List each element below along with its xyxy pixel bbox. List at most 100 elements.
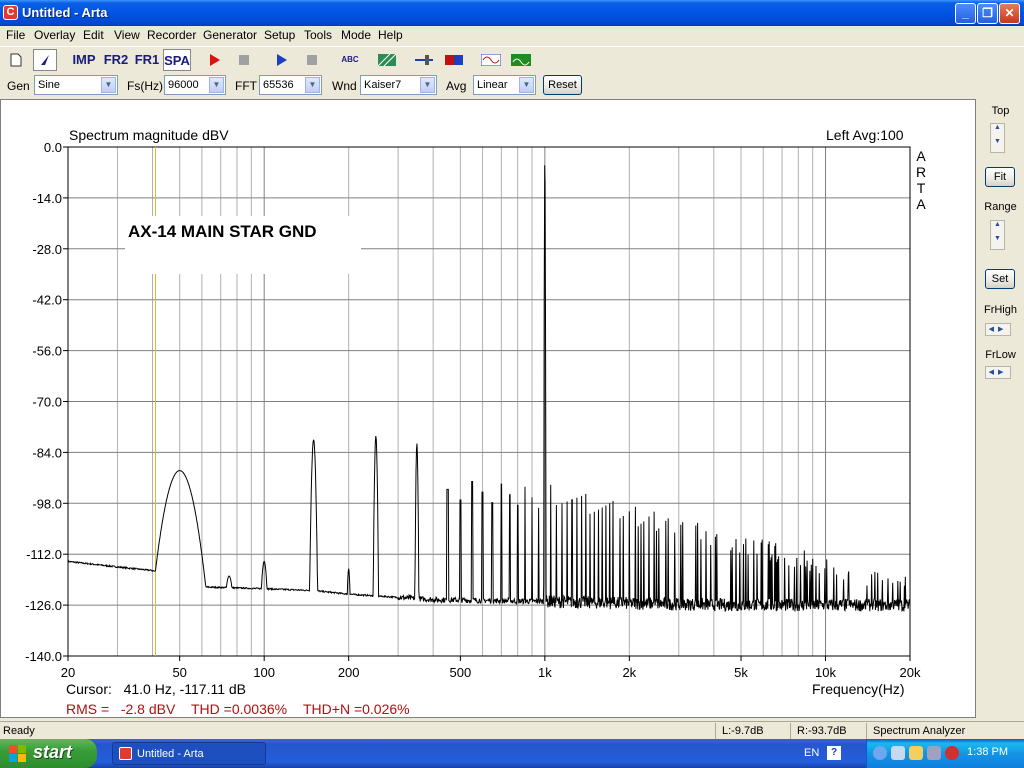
thdn-readout: THD+N =0.026% xyxy=(303,701,410,717)
x-axis-label: Frequency(Hz) xyxy=(812,681,905,697)
fr2-mode-button[interactable]: FR2 xyxy=(102,49,130,71)
new-file-icon[interactable] xyxy=(4,49,28,71)
y-tick-label: -14.0 xyxy=(32,191,62,206)
x-tick-label: 10k xyxy=(815,665,836,680)
arta-letter: T xyxy=(917,180,926,196)
avg-select[interactable]: Linear ▼ xyxy=(473,75,536,95)
fs-select[interactable]: 96000 ▼ xyxy=(164,75,226,95)
imp-mode-button[interactable]: IMP xyxy=(70,49,98,71)
reset-button[interactable]: Reset xyxy=(543,75,582,95)
set-button[interactable]: Set xyxy=(985,269,1015,289)
spectrum-chart[interactable]: 0.0 -14.0 -28.0 -42.0 -56.0 -70.0 -84.0 -98.0 -1… xyxy=(1,100,975,717)
slider-control-icon[interactable] xyxy=(412,49,436,71)
close-button[interactable]: ✕ xyxy=(999,3,1020,24)
y-tick-label: -126.0 xyxy=(25,598,62,613)
frhigh-spinner[interactable]: ◀▶ xyxy=(985,323,1011,336)
y-tick-label: -112.0 xyxy=(26,547,62,562)
gen-select[interactable]: Sine ▼ xyxy=(34,75,118,95)
chevron-down-icon: ▼ xyxy=(519,77,534,93)
cursor-tool-icon[interactable] xyxy=(33,49,57,71)
frlow-spinner[interactable]: ◀▶ xyxy=(985,366,1011,379)
range-spinner[interactable]: ▲ ▼ xyxy=(990,220,1005,250)
menu-file[interactable]: File xyxy=(6,28,25,42)
start-button[interactable]: start xyxy=(0,739,97,768)
range-label: Range xyxy=(984,201,1017,213)
color-bar-icon[interactable] xyxy=(442,49,466,71)
clock: 1:38 PM xyxy=(967,746,1008,758)
spa-mode-button[interactable]: SPA xyxy=(163,49,191,71)
annotation-abc-icon[interactable]: ABC xyxy=(337,49,363,71)
speaker-icon[interactable] xyxy=(927,746,941,760)
help-icon[interactable]: ? xyxy=(827,746,841,760)
settings-bar: Gen Sine ▼ Fs(Hz) 96000 ▼ FFT 65536 ▼ Wnd K… xyxy=(0,74,1024,98)
record-play-icon[interactable] xyxy=(203,49,227,71)
x-tick-label: 500 xyxy=(450,665,472,680)
maximize-button[interactable]: ❐ xyxy=(977,3,998,24)
arta-letter: R xyxy=(916,164,926,180)
generator-stop-icon[interactable] xyxy=(300,49,324,71)
status-left-level: L:-9.7dB xyxy=(722,725,764,737)
minimize-button[interactable]: _ xyxy=(955,3,976,24)
x-tick-label: 100 xyxy=(253,665,275,680)
gen-label: Gen xyxy=(7,79,30,93)
folder-icon[interactable] xyxy=(909,746,923,760)
cursor-readout: Cursor: 41.0 Hz, -117.11 dB xyxy=(66,681,246,697)
status-mode: Spectrum Analyzer xyxy=(873,725,966,737)
fit-button[interactable]: Fit xyxy=(985,167,1015,187)
chevron-down-icon: ▼ xyxy=(305,77,320,93)
avg-select-value: Linear xyxy=(477,79,508,91)
arta-letter: A xyxy=(916,148,926,164)
status-bar: Ready L:-9.7dB R:-93.7dB Spectrum Analyz… xyxy=(0,721,1024,739)
y-tick-label: -56.0 xyxy=(32,344,62,359)
y-tick-label: -28.0 xyxy=(32,242,62,257)
chart-title: Spectrum magnitude dBV xyxy=(69,127,229,143)
menu-generator[interactable]: Generator xyxy=(203,28,257,42)
y-tick-label: -140.0 xyxy=(25,649,62,664)
hatch-chart-icon[interactable] xyxy=(375,49,399,71)
arta-app-icon xyxy=(119,747,132,760)
annotation-label: AX-14 MAIN STAR GND xyxy=(128,222,317,241)
x-tick-label: 200 xyxy=(338,665,360,680)
arta-app-icon[interactable]: C xyxy=(3,5,18,20)
spectrum-display-icon[interactable] xyxy=(509,49,533,71)
menu-tools[interactable]: Tools xyxy=(304,28,332,42)
menu-view[interactable]: View xyxy=(114,28,140,42)
fft-label: FFT xyxy=(235,79,257,93)
y-tick-label: -98.0 xyxy=(32,496,62,511)
menu-edit[interactable]: Edit xyxy=(83,28,104,42)
menu-setup[interactable]: Setup xyxy=(264,28,295,42)
window-title: Untitled - Arta xyxy=(22,5,108,20)
wnd-select[interactable]: Kaiser7 ▼ xyxy=(360,75,437,95)
spectrum-plot-panel[interactable]: 0.0 -14.0 -28.0 -42.0 -56.0 -70.0 -84.0 -98.0 -1… xyxy=(0,99,976,718)
status-divider xyxy=(715,723,716,739)
top-spinner[interactable]: ▲ ▼ xyxy=(990,123,1005,153)
menu-help[interactable]: Help xyxy=(378,28,403,42)
menu-recorder[interactable]: Recorder xyxy=(147,28,196,42)
menu-bar: File Overlay Edit View Recorder Generato… xyxy=(0,26,1024,45)
arta-letter: A xyxy=(916,196,926,212)
fft-select[interactable]: 65536 ▼ xyxy=(259,75,322,95)
system-tray: 1:38 PM xyxy=(866,739,1024,768)
status-divider xyxy=(790,723,791,739)
security-shield-icon[interactable] xyxy=(945,746,959,760)
stop-disabled-icon[interactable] xyxy=(232,49,256,71)
fs-select-value: 96000 xyxy=(168,79,199,91)
menu-mode[interactable]: Mode xyxy=(341,28,371,42)
y-tick-label: -84.0 xyxy=(32,445,62,460)
network-icon[interactable] xyxy=(891,746,905,760)
fs-label: Fs(Hz) xyxy=(127,79,163,93)
y-tick-label: 0.0 xyxy=(44,140,62,155)
thd-readout: THD =0.0036% xyxy=(191,701,287,717)
toolbar: IMP FR2 FR1 SPA ABC xyxy=(0,46,1024,72)
taskbar-item-arta[interactable]: Untitled - Arta xyxy=(112,742,266,765)
waveform-icon[interactable] xyxy=(479,49,503,71)
menu-overlay[interactable]: Overlay xyxy=(34,28,75,42)
language-indicator[interactable]: EN xyxy=(804,747,819,759)
fr1-mode-button[interactable]: FR1 xyxy=(133,49,161,71)
x-tick-label: 2k xyxy=(622,665,636,680)
fft-select-value: 65536 xyxy=(263,79,294,91)
y-tick-label: -42.0 xyxy=(32,293,62,308)
back-arrow-icon[interactable] xyxy=(873,746,887,760)
generator-play-icon[interactable] xyxy=(270,49,294,71)
wnd-label: Wnd xyxy=(332,79,357,93)
